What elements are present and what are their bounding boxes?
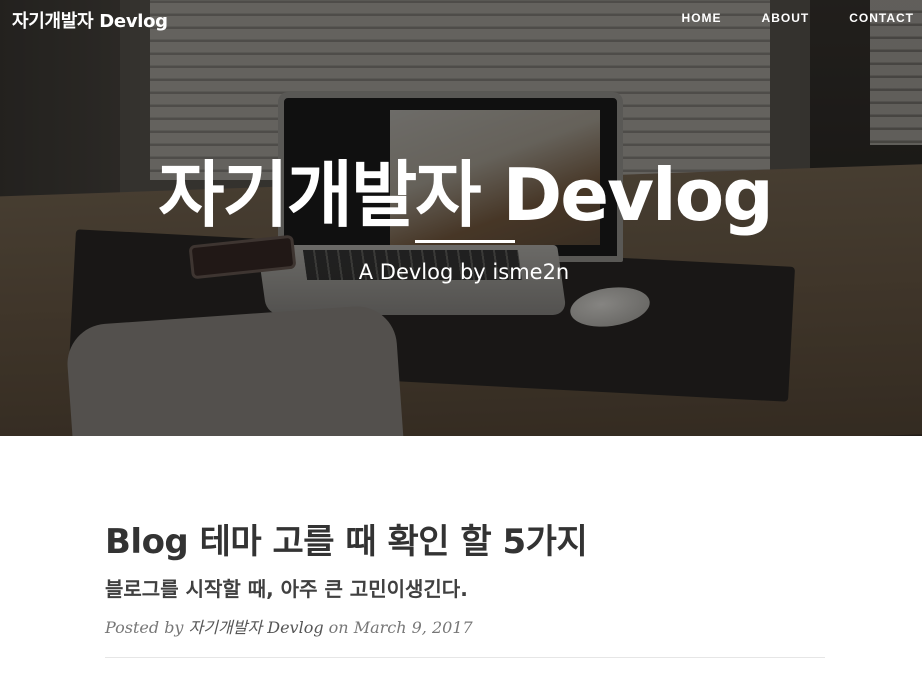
post-meta: Posted by 자기개발자 Devlog on March 9, 2017 [105, 614, 825, 638]
post-meta-on: on [328, 618, 349, 637]
post-divider [105, 657, 825, 658]
brand-link[interactable]: 자기개발자 Devlog [12, 7, 168, 33]
post-preview: Blog 테마 고를 때 확인 할 5가지 블로그를 시작할 때, 아주 큰 고… [105, 514, 825, 638]
site-title: 자기개발자 Devlog [158, 153, 773, 237]
hero-heading-block: 자기개발자 Devlog A Devlog by isme2n [0, 0, 922, 436]
post-author-link[interactable]: 자기개발자 Devlog [189, 618, 324, 637]
post-meta-prefix: Posted by [105, 618, 184, 637]
post-title-link[interactable]: Blog 테마 고를 때 확인 할 5가지 [105, 514, 825, 563]
nav-contact-link[interactable]: CONTACT [849, 11, 914, 25]
nav-links: HOME ABOUT CONTACT [642, 11, 914, 25]
nav-home-link[interactable]: HOME [682, 11, 722, 25]
site-subtitle: A Devlog by isme2n [358, 260, 570, 284]
hero-header: 자기개발자 Devlog HOME ABOUT CONTACT 자기개발자 De… [0, 0, 922, 436]
nav-about-link[interactable]: ABOUT [762, 11, 810, 25]
title-divider [415, 240, 515, 243]
post-date: March 9, 2017 [353, 618, 473, 637]
navbar: 자기개발자 Devlog HOME ABOUT CONTACT [0, 0, 922, 38]
post-subtitle: 블로그를 시작할 때, 아주 큰 고민이생긴다. [105, 577, 468, 601]
